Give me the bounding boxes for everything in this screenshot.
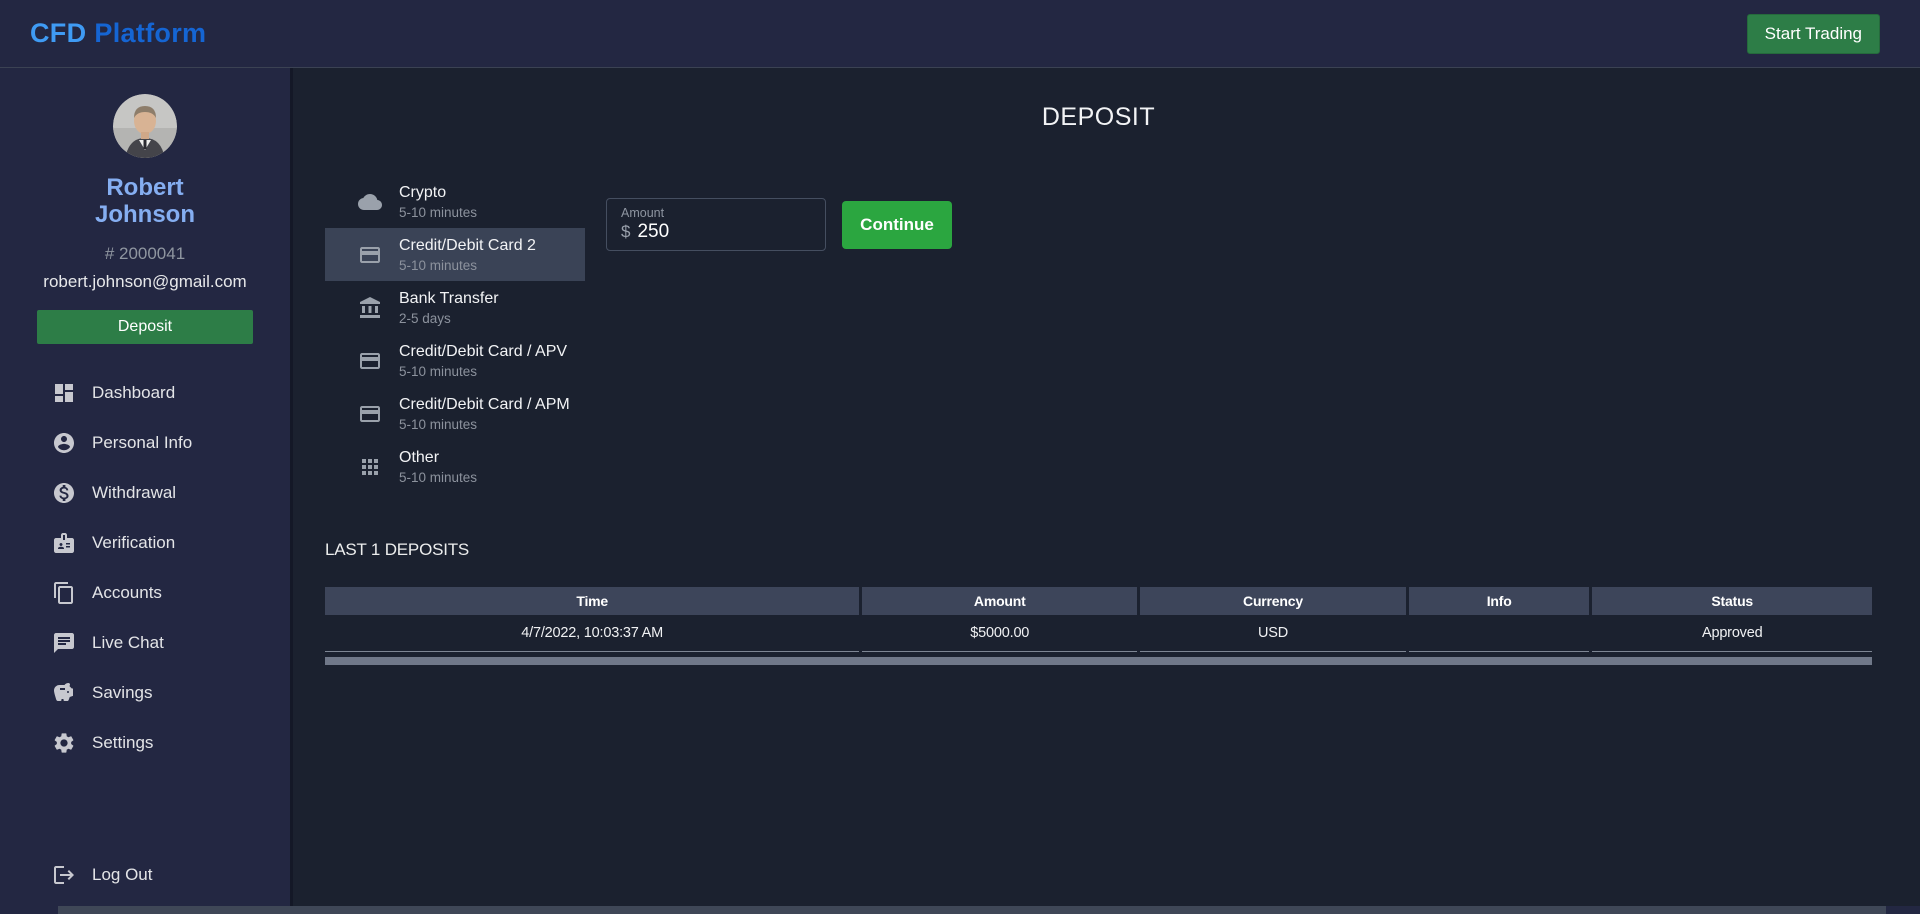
sidebar-nav: Dashboard Personal Info Withdrawal Verif… [0, 368, 290, 768]
payment-method-other[interactable]: Other 5-10 minutes [325, 440, 585, 493]
sidebar-item-label: Dashboard [92, 383, 175, 403]
currency-symbol: $ [621, 222, 630, 242]
page-horizontal-scrollbar[interactable] [0, 906, 1920, 914]
credit-card-icon [358, 243, 382, 267]
method-subtitle: 2-5 days [399, 311, 499, 326]
method-subtitle: 5-10 minutes [399, 417, 570, 432]
chat-icon [52, 631, 76, 655]
amount-field[interactable]: Amount $ [606, 198, 826, 251]
profile-section: Robert Johnson # 2000041 robert.johnson@… [0, 68, 290, 344]
page-title: DEPOSIT [325, 103, 1872, 132]
table-header-row: Time Amount Currency Info Status [325, 587, 1872, 615]
column-header-amount: Amount [862, 587, 1137, 615]
sidebar-item-savings[interactable]: Savings [0, 668, 290, 718]
method-title: Credit/Debit Card / APV [399, 343, 567, 361]
deposits-table: Time Amount Currency Info Status 4/7/202… [325, 587, 1872, 652]
sidebar: Robert Johnson # 2000041 robert.johnson@… [0, 68, 293, 914]
bank-icon [358, 296, 382, 320]
logout-button[interactable]: Log Out [0, 850, 290, 900]
sidebar-item-label: Settings [92, 733, 153, 753]
logo-part-2: Platform [94, 18, 206, 48]
account-id: # 2000041 [0, 244, 290, 264]
amount-input[interactable] [637, 221, 787, 243]
person-circle-icon [52, 431, 76, 455]
dollar-circle-icon [52, 481, 76, 505]
sidebar-item-withdrawal[interactable]: Withdrawal [0, 468, 290, 518]
deposit-currency: USD [1140, 615, 1406, 652]
sidebar-item-label: Live Chat [92, 633, 164, 653]
sidebar-item-live-chat[interactable]: Live Chat [0, 618, 290, 668]
sidebar-item-label: Personal Info [92, 433, 192, 453]
column-header-info: Info [1409, 587, 1590, 615]
credit-card-icon [358, 402, 382, 426]
sidebar-item-settings[interactable]: Settings [0, 718, 290, 768]
sidebar-item-dashboard[interactable]: Dashboard [0, 368, 290, 418]
amount-field-label: Amount [621, 206, 813, 220]
table-row: 4/7/2022, 10:03:37 AM $5000.00 USD Appro… [325, 615, 1872, 652]
piggy-bank-icon [52, 681, 76, 705]
method-title: Bank Transfer [399, 290, 499, 308]
deposit-status: Approved [1592, 615, 1872, 652]
sidebar-item-accounts[interactable]: Accounts [0, 568, 290, 618]
badge-icon [52, 531, 76, 555]
apps-grid-icon [358, 455, 382, 479]
method-subtitle: 5-10 minutes [399, 258, 536, 273]
method-subtitle: 5-10 minutes [399, 205, 477, 220]
payment-method-bank-transfer[interactable]: Bank Transfer 2-5 days [325, 281, 585, 334]
method-title: Crypto [399, 184, 477, 202]
user-name: Robert Johnson [0, 174, 290, 228]
deposit-info [1409, 615, 1590, 652]
cloud-icon [358, 190, 382, 214]
main-content: DEPOSIT Crypto 5-10 minutes Credit/Debit… [293, 68, 1920, 914]
method-title: Credit/Debit Card 2 [399, 237, 536, 255]
credit-card-icon [358, 349, 382, 373]
deposit-button[interactable]: Deposit [37, 310, 253, 344]
payment-method-list: Crypto 5-10 minutes Credit/Debit Card 2 … [325, 175, 585, 493]
column-header-currency: Currency [1140, 587, 1406, 615]
payment-method-card-apv[interactable]: Credit/Debit Card / APV 5-10 minutes [325, 334, 585, 387]
user-name-line2: Johnson [0, 201, 290, 228]
column-header-status: Status [1592, 587, 1872, 615]
deposit-time: 4/7/2022, 10:03:37 AM [325, 615, 859, 652]
method-title: Credit/Debit Card / APM [399, 396, 570, 414]
table-horizontal-scrollbar[interactable] [325, 657, 1872, 665]
method-subtitle: 5-10 minutes [399, 470, 477, 485]
start-trading-button[interactable]: Start Trading [1747, 14, 1880, 54]
history-heading: LAST 1 DEPOSITS [325, 540, 1872, 560]
copy-icon [52, 581, 76, 605]
user-email: robert.johnson@gmail.com [0, 272, 290, 292]
method-subtitle: 5-10 minutes [399, 364, 567, 379]
sidebar-item-label: Savings [92, 683, 152, 703]
continue-button[interactable]: Continue [842, 201, 952, 249]
deposit-form: Crypto 5-10 minutes Credit/Debit Card 2 … [325, 175, 1872, 493]
logout-label: Log Out [92, 865, 153, 885]
logout-icon [52, 863, 76, 887]
sidebar-item-label: Accounts [92, 583, 162, 603]
dashboard-icon [52, 381, 76, 405]
app-logo: CFD Platform [30, 18, 206, 49]
deposit-history-section: LAST 1 DEPOSITS Time Amount Currency Inf… [325, 540, 1872, 665]
top-bar: CFD Platform Start Trading [0, 0, 1920, 68]
avatar [113, 94, 177, 158]
column-header-time: Time [325, 587, 859, 615]
sidebar-item-personal-info[interactable]: Personal Info [0, 418, 290, 468]
payment-method-crypto[interactable]: Crypto 5-10 minutes [325, 175, 585, 228]
sidebar-item-label: Verification [92, 533, 175, 553]
user-name-line1: Robert [0, 174, 290, 201]
page-scrollbar-thumb[interactable] [58, 906, 1886, 914]
deposit-amount: $5000.00 [862, 615, 1137, 652]
gear-icon [52, 731, 76, 755]
sidebar-item-verification[interactable]: Verification [0, 518, 290, 568]
logo-part-1: CFD [30, 18, 86, 48]
payment-method-card-2[interactable]: Credit/Debit Card 2 5-10 minutes [325, 228, 585, 281]
sidebar-item-label: Withdrawal [92, 483, 176, 503]
method-title: Other [399, 449, 477, 467]
payment-method-card-apm[interactable]: Credit/Debit Card / APM 5-10 minutes [325, 387, 585, 440]
